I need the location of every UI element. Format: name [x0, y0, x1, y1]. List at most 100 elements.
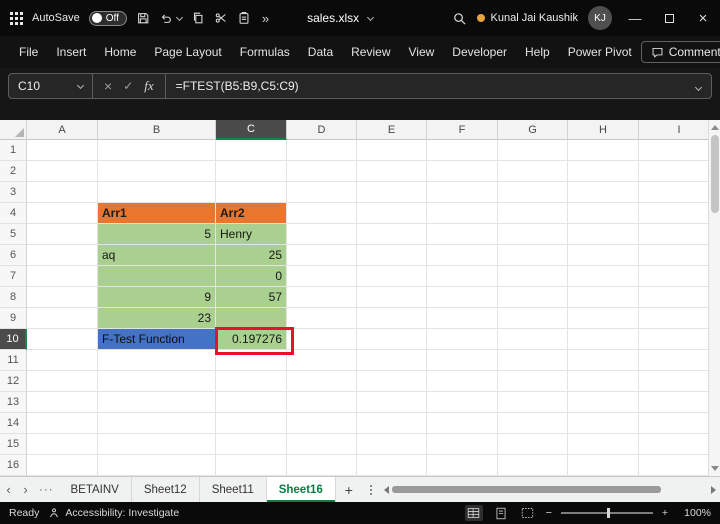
cell[interactable]: [427, 224, 498, 245]
cell-C7[interactable]: 0: [216, 266, 287, 287]
cell[interactable]: [27, 455, 98, 476]
horizontal-scroll-track[interactable]: [391, 485, 708, 494]
cell[interactable]: [568, 245, 639, 266]
cell[interactable]: [27, 245, 98, 266]
page-break-preview-icon[interactable]: [519, 505, 537, 521]
page-layout-view-icon[interactable]: [492, 505, 510, 521]
row-header-2[interactable]: 2: [0, 161, 27, 182]
copy-icon[interactable]: [191, 11, 205, 25]
scroll-up-arrow-icon[interactable]: [710, 125, 719, 130]
cell[interactable]: [27, 350, 98, 371]
cell[interactable]: [287, 161, 357, 182]
cell[interactable]: [216, 392, 287, 413]
cell[interactable]: [427, 350, 498, 371]
cell-B6[interactable]: aq: [98, 245, 216, 266]
column-header-G[interactable]: G: [498, 120, 568, 140]
cell[interactable]: [287, 329, 357, 350]
scroll-right-arrow-icon[interactable]: [711, 485, 716, 494]
zoom-slider-thumb[interactable]: [606, 508, 610, 518]
ribbon-tab-power-pivot[interactable]: Power Pivot: [559, 39, 641, 65]
row-header-11[interactable]: 11: [0, 350, 27, 371]
select-all-corner[interactable]: [0, 120, 27, 140]
name-box[interactable]: C10: [9, 74, 93, 98]
document-title[interactable]: sales.xlsx: [307, 11, 375, 25]
cell[interactable]: [27, 413, 98, 434]
column-header-B[interactable]: B: [98, 120, 216, 140]
cell[interactable]: [27, 161, 98, 182]
vertical-scrollbar[interactable]: [708, 120, 720, 476]
cell[interactable]: [27, 392, 98, 413]
row-header-14[interactable]: 14: [0, 413, 27, 434]
toolbar-overflow-icon[interactable]: »: [262, 11, 269, 26]
cell[interactable]: [498, 287, 568, 308]
column-header-E[interactable]: E: [357, 120, 427, 140]
cell[interactable]: [568, 266, 639, 287]
cell[interactable]: [27, 287, 98, 308]
cell[interactable]: [568, 455, 639, 476]
cell[interactable]: [498, 371, 568, 392]
row-header-12[interactable]: 12: [0, 371, 27, 392]
cell[interactable]: [498, 308, 568, 329]
cell[interactable]: [98, 392, 216, 413]
cell-C6[interactable]: 25: [216, 245, 287, 266]
add-sheet-button[interactable]: +: [336, 482, 362, 498]
cell[interactable]: [216, 413, 287, 434]
autosave-toggle[interactable]: Off: [88, 10, 127, 26]
ribbon-tab-page-layout[interactable]: Page Layout: [145, 39, 230, 65]
close-button[interactable]: ×: [686, 0, 720, 36]
cell[interactable]: [498, 329, 568, 350]
row-header-5[interactable]: 5: [0, 224, 27, 245]
cell[interactable]: [287, 287, 357, 308]
cell[interactable]: [287, 182, 357, 203]
cell[interactable]: [427, 140, 498, 161]
cell[interactable]: [287, 350, 357, 371]
ribbon-tab-file[interactable]: File: [10, 39, 47, 65]
cell[interactable]: [498, 350, 568, 371]
cell[interactable]: [498, 161, 568, 182]
cell-B4[interactable]: Arr1: [98, 203, 216, 224]
cell[interactable]: [357, 266, 427, 287]
zoom-level[interactable]: 100%: [677, 507, 711, 519]
column-header-F[interactable]: F: [427, 120, 498, 140]
cell[interactable]: [98, 434, 216, 455]
cell[interactable]: [27, 203, 98, 224]
search-icon[interactable]: [452, 11, 467, 26]
sheet-tab-sheet16-active[interactable]: Sheet16: [266, 477, 336, 502]
ribbon-tab-view[interactable]: View: [400, 39, 444, 65]
save-icon[interactable]: [136, 11, 150, 25]
cell[interactable]: [568, 434, 639, 455]
cell[interactable]: [216, 434, 287, 455]
cell[interactable]: [357, 350, 427, 371]
cell-B8[interactable]: 9: [98, 287, 216, 308]
row-header-1[interactable]: 1: [0, 140, 27, 161]
cell[interactable]: [287, 203, 357, 224]
scroll-down-arrow-icon[interactable]: [710, 466, 719, 471]
sheet-options-dots-icon[interactable]: [362, 484, 380, 495]
ribbon-tab-home[interactable]: Home: [95, 39, 145, 65]
sheet-tab-sheet11[interactable]: Sheet11: [199, 477, 267, 502]
cell[interactable]: [98, 161, 216, 182]
cell[interactable]: [427, 434, 498, 455]
avatar[interactable]: KJ: [588, 6, 612, 30]
row-header-3[interactable]: 3: [0, 182, 27, 203]
cell[interactable]: [498, 266, 568, 287]
cell[interactable]: [27, 371, 98, 392]
cell[interactable]: [98, 140, 216, 161]
cell[interactable]: [357, 434, 427, 455]
insert-function-icon[interactable]: fx: [144, 78, 153, 94]
cell[interactable]: [427, 308, 498, 329]
enter-check-icon[interactable]: ✓: [123, 79, 133, 93]
row-header-13[interactable]: 13: [0, 392, 27, 413]
column-header-H[interactable]: H: [568, 120, 639, 140]
cell-B10[interactable]: F-Test Function: [98, 329, 216, 350]
cell[interactable]: [98, 371, 216, 392]
cell[interactable]: [287, 392, 357, 413]
row-header-4[interactable]: 4: [0, 203, 27, 224]
cell[interactable]: [357, 245, 427, 266]
cell[interactable]: [427, 182, 498, 203]
ribbon-tab-review[interactable]: Review: [342, 39, 399, 65]
normal-view-icon[interactable]: [464, 505, 483, 521]
cell-B7[interactable]: [98, 266, 216, 287]
cell[interactable]: [427, 287, 498, 308]
cell[interactable]: [568, 413, 639, 434]
